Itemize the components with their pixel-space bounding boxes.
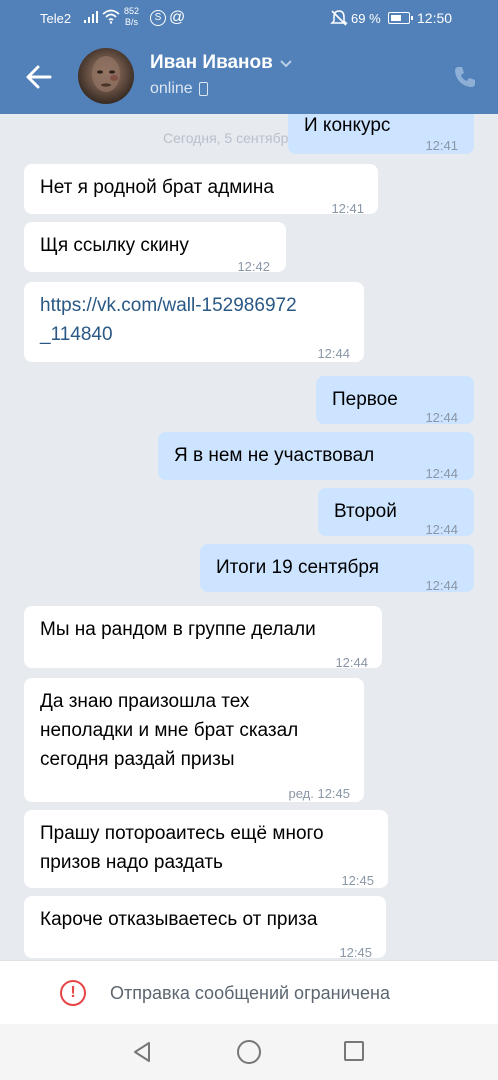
battery-level [391,15,401,21]
signal-icon [84,11,98,23]
message-text: Первое [332,389,398,410]
message-outgoing[interactable]: Первое 12:44 [316,376,474,425]
message-outgoing[interactable]: Итоги 19 сентября 12:44 [200,544,474,593]
message-text: Итоги 19 сентября [216,557,380,578]
chevron-down-icon [280,60,292,68]
message-time: 12:45 [341,873,374,888]
phone-icon[interactable] [452,64,478,90]
restricted-message: Отправка сообщений ограничена [110,983,390,1003]
exclamation-circle-icon: ! [60,980,86,1006]
network-speed: 852 B/s [124,6,139,28]
message-link[interactable]: https://vk.com/wall-152986972 _114840 [40,291,297,349]
nav-recents-icon[interactable] [344,1041,364,1061]
carrier-name: Tele2 [40,11,72,26]
message-time: 12:44 [425,522,458,537]
message-outgoing[interactable]: Второй 12:44 [318,488,474,537]
message-text: Нет я родной брат админа [40,177,274,198]
composer-restricted-banner: ! Отправка сообщений ограничена [0,960,498,1024]
message-time: 12:44 [425,466,458,481]
message-incoming[interactable]: https://vk.com/wall-152986972 _114840 12… [24,282,364,362]
wifi-icon [102,9,120,24]
message-incoming[interactable]: Щя ссылку скину 12:42 [24,222,286,274]
mobile-phone-icon [198,82,208,96]
message-text: Да знаю праизошла тех неполадки и мне бр… [40,691,299,770]
battery-icon [388,12,413,24]
message-time: 12:41 [425,138,458,153]
message-incoming[interactable]: Кароче отказываетесь от приза 12:45 [24,896,386,960]
message-text: Я в нем не участвовал [174,445,375,466]
message-outgoing[interactable]: Я в нем не участвовал 12:44 [158,432,474,481]
message-edited-time: ред. 12:45 [288,786,350,801]
message-incoming[interactable]: Мы на рандом в группе делали 12:44 [24,606,382,670]
message-list[interactable]: Сегодня, 5 сентября И конкурс 12:41 Нет … [0,114,498,960]
message-text: Мы на рандом в группе делали [40,619,316,640]
contact-name-text: Иван Иванов [150,52,273,73]
date-separator: Сегодня, 5 сентября [163,130,296,146]
nav-back-icon[interactable] [130,1040,154,1064]
contact-status: online [150,80,208,98]
network-speed-value: 852 [124,6,140,16]
message-time: 12:45 [339,945,372,960]
clock: 12:50 [417,10,453,26]
mute-bell-icon [330,10,348,26]
notification-at-icon: @ [169,9,186,26]
notification-s-icon: S [150,10,166,26]
network-speed-unit: B/s [125,17,139,27]
contact-name[interactable]: Иван Иванов [150,52,293,74]
back-arrow-icon[interactable] [24,62,54,92]
message-text: И конкурс [304,115,391,136]
battery-percent: 69 % [351,11,381,26]
message-text: Щя ссылку скину [40,235,189,256]
message-text: Прашу потороаитесь ещё много призов надо… [40,823,324,873]
nav-home-icon[interactable] [237,1040,261,1064]
message-outgoing[interactable]: И конкурс 12:41 [288,114,474,154]
message-time: 12:42 [237,259,270,274]
message-time: 12:44 [317,346,350,361]
chat-header: Иван Иванов online [0,38,498,114]
message-text: Второй [334,501,397,522]
message-time: 12:44 [335,655,368,670]
message-time: 12:44 [425,410,458,425]
message-time: 12:44 [425,578,458,593]
message-text: Кароче отказываетесь от приза [40,909,318,930]
message-time: 12:41 [331,201,364,216]
avatar[interactable] [78,48,134,104]
message-incoming[interactable]: Нет я родной брат админа 12:41 [24,164,378,216]
message-incoming[interactable]: Да знаю праизошла тех неполадки и мне бр… [24,678,364,802]
message-incoming[interactable]: Прашу потороаитесь ещё много призов надо… [24,810,388,888]
system-nav-bar [0,1024,498,1080]
status-bar: Tele2 852 B/s S @ 69 % 12:50 [0,0,498,38]
online-status: online [150,80,193,97]
